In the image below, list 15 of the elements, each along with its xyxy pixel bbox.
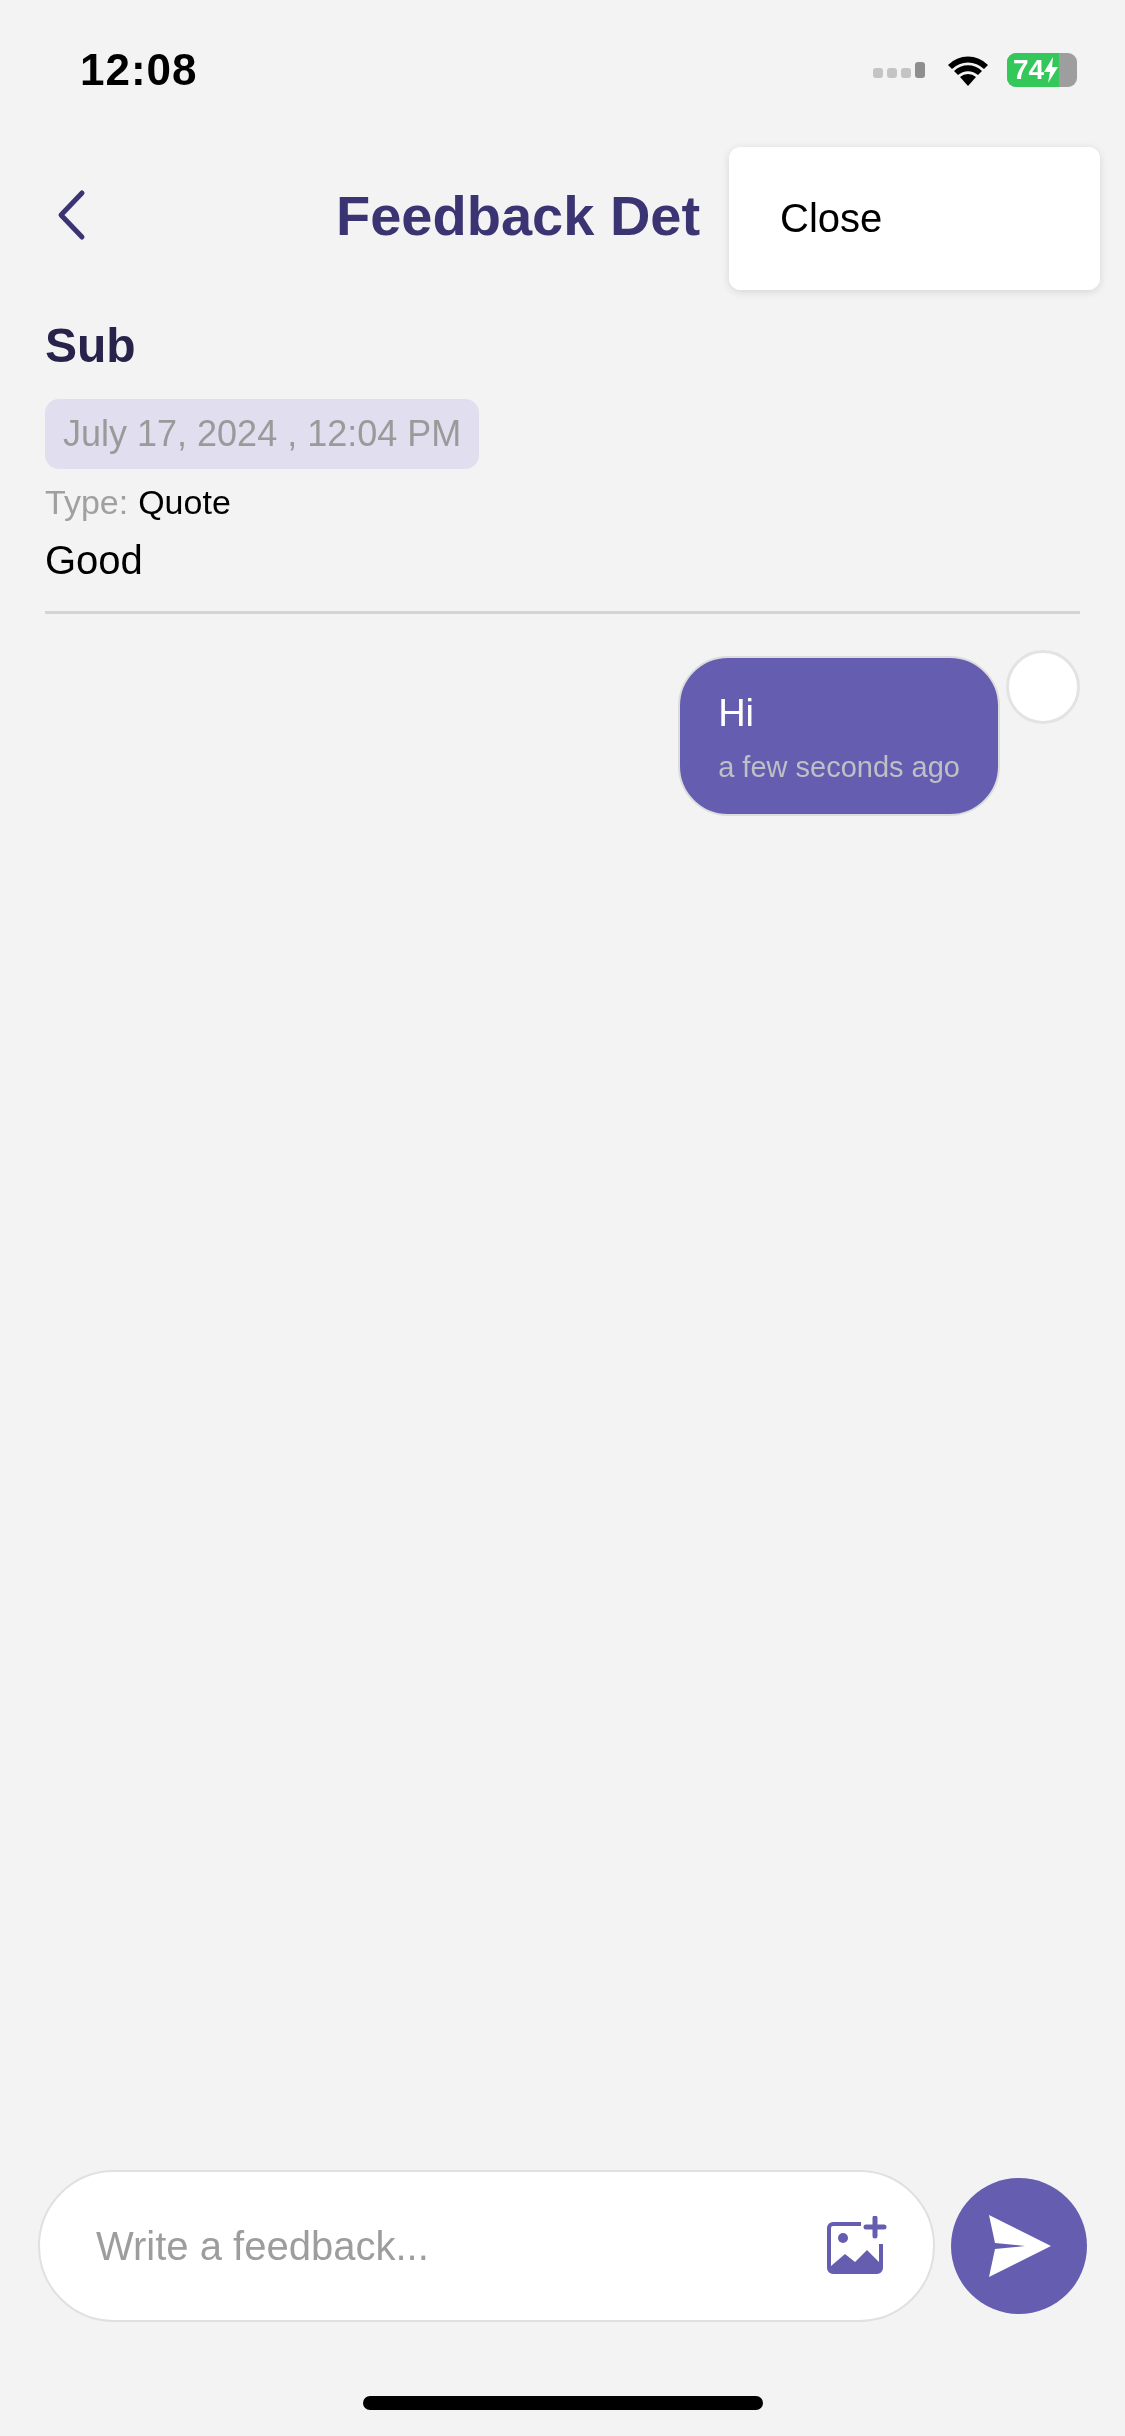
- page-title: Feedback Det: [336, 182, 701, 248]
- add-image-icon[interactable]: [825, 2216, 889, 2276]
- charging-icon: [1044, 57, 1059, 83]
- feedback-input[interactable]: Write a feedback...: [94, 2222, 825, 2270]
- status-time: 12:08: [80, 45, 198, 95]
- feedback-field[interactable]: Write a feedback...: [38, 2170, 935, 2322]
- feedback-body: Good: [45, 538, 143, 583]
- battery-level: 74: [1012, 54, 1045, 86]
- feedback-date: July 17, 2024 , 12:04 PM: [45, 399, 480, 469]
- menu-item[interactable]: Close: [729, 147, 1100, 290]
- feedback-subject: Sub: [45, 318, 136, 373]
- type-value: Quote: [138, 483, 231, 522]
- message-text: Hi: [718, 692, 756, 735]
- type-label: Type:: [45, 483, 129, 522]
- message-time: a few seconds ago: [718, 751, 960, 784]
